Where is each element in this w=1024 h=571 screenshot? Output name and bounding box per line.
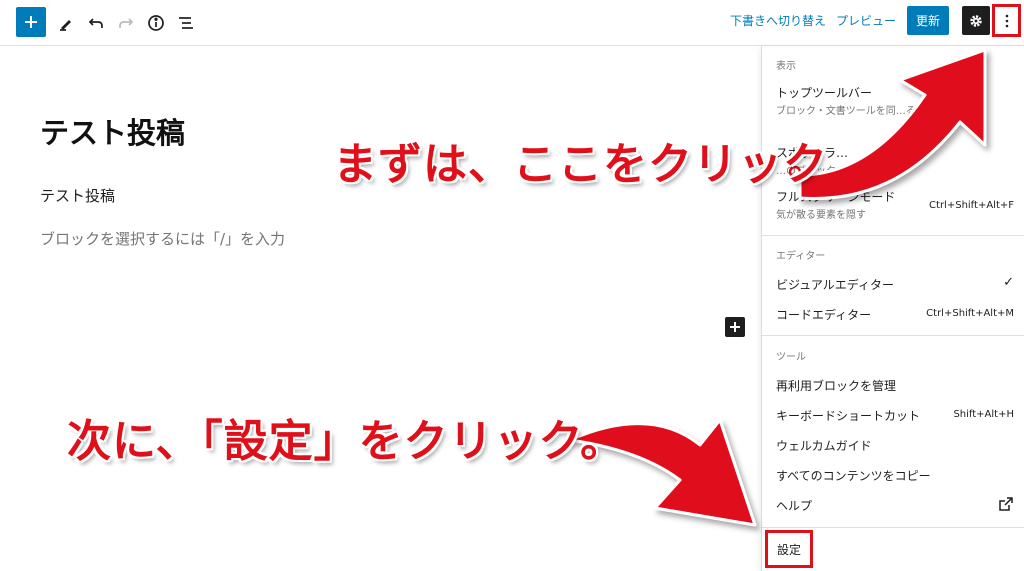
- menu-divider: [762, 527, 1024, 528]
- annotation-text-second: 次に、「設定」をクリック。: [67, 416, 626, 467]
- redo-icon: [119, 18, 134, 28]
- check-icon: ✓: [1003, 275, 1014, 290]
- menu-item-welcome-guide[interactable]: ウェルカムガイド: [776, 437, 1016, 454]
- update-button[interactable]: 更新: [907, 6, 949, 35]
- switch-to-draft-button[interactable]: 下書きへ切り替え: [730, 12, 826, 29]
- menu-item-description: ブロック・文書ツールを同…る: [776, 106, 916, 117]
- more-vertical-icon: [1005, 14, 1008, 27]
- menu-item-manage-reusable-blocks[interactable]: 再利用ブロックを管理: [776, 377, 1016, 394]
- pencil-icon: [60, 20, 71, 31]
- details-button[interactable]: [140, 7, 172, 39]
- undo-button[interactable]: [80, 7, 112, 39]
- redo-button[interactable]: [110, 7, 142, 39]
- menu-divider: [762, 335, 1024, 336]
- external-link-icon: [998, 496, 1014, 516]
- view-section-heading: 表示: [776, 61, 796, 72]
- list-view-button[interactable]: [170, 7, 202, 39]
- post-title[interactable]: テスト投稿: [40, 110, 185, 152]
- options-menu-button[interactable]: [992, 4, 1021, 37]
- gear-icon: [970, 14, 982, 27]
- menu-item-top-toolbar[interactable]: トップツールバー ブロック・文書ツールを同…る: [776, 84, 1016, 119]
- preview-button[interactable]: プレビュー: [836, 12, 896, 29]
- menu-item-help[interactable]: ヘルプ: [776, 497, 1016, 514]
- menu-item-label: トップツールバー: [776, 86, 873, 100]
- menu-divider: [762, 235, 1024, 236]
- tools-button[interactable]: [50, 7, 82, 39]
- keyboard-shortcuts-key: Shift+Alt+H: [953, 409, 1014, 420]
- menu-item-copy-all-content[interactable]: すべてのコンテンツをコピー: [776, 467, 1016, 484]
- undo-icon: [88, 18, 103, 28]
- list-view-icon: [179, 17, 193, 29]
- inline-add-block-button[interactable]: [725, 317, 745, 337]
- plus-icon: [730, 322, 740, 332]
- info-icon: [148, 15, 164, 31]
- editor-section-heading: エディター: [776, 251, 826, 262]
- code-editor-shortcut: Ctrl+Shift+Alt+M: [926, 308, 1014, 319]
- editor-toolbar: 下書きへ切り替え プレビュー 更新: [0, 0, 1024, 46]
- add-block-button[interactable]: [16, 7, 46, 37]
- paragraph-block[interactable]: テスト投稿: [40, 185, 115, 206]
- menu-item-description: 気が散る要素を隠す: [776, 210, 866, 221]
- menu-item-visual-editor[interactable]: ビジュアルエディター: [776, 276, 1016, 293]
- menu-item-label: フルスクリーンモード: [776, 190, 896, 204]
- plus-icon: [25, 16, 37, 28]
- fullscreen-shortcut: Ctrl+Shift+Alt+F: [929, 200, 1014, 211]
- block-placeholder[interactable]: ブロックを選択するには「/」を入力: [40, 228, 285, 249]
- menu-item-settings[interactable]: 設定: [765, 530, 813, 568]
- annotation-text-first: まずは、ここをクリック: [333, 139, 828, 190]
- settings-toggle-button[interactable]: [962, 6, 990, 35]
- options-dropdown-menu: 表示 トップツールバー ブロック・文書ツールを同…る スポットラ… …のブロック…: [761, 46, 1024, 571]
- tools-section-heading: ツール: [776, 352, 806, 363]
